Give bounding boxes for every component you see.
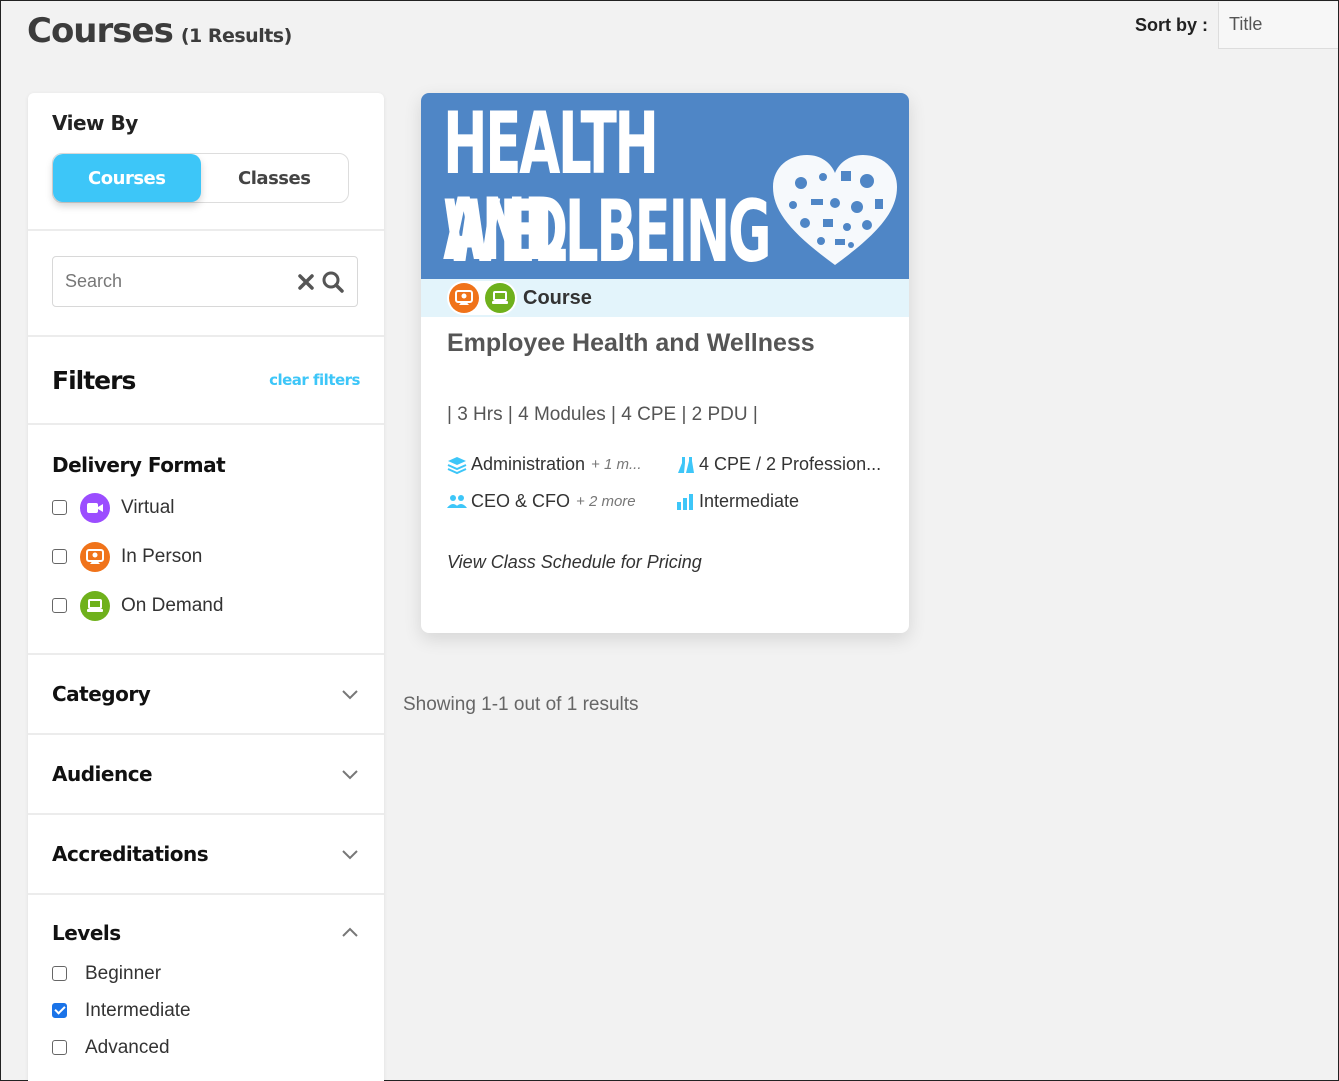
accreditations-filter[interactable]: Accreditations bbox=[28, 815, 384, 895]
chevron-down-icon[interactable] bbox=[340, 764, 360, 784]
course-type-label: Course bbox=[523, 286, 592, 309]
filters-title: Filters bbox=[52, 365, 136, 395]
course-banner-image[interactable]: HEALTH AND WELLBEING bbox=[421, 93, 909, 279]
view-toggle: Courses Classes bbox=[52, 153, 349, 203]
search-icon[interactable] bbox=[321, 267, 345, 297]
flask-icon bbox=[678, 456, 694, 473]
person-presenter-icon bbox=[80, 541, 110, 572]
page-header: Courses (1 Results) bbox=[27, 11, 292, 51]
level-option-intermediate[interactable]: Intermediate bbox=[52, 992, 360, 1029]
intermediate-checkbox[interactable] bbox=[52, 1003, 67, 1018]
course-card[interactable]: HEALTH AND WELLBEING Course Employee Hea bbox=[421, 93, 909, 633]
category-value: Administration bbox=[471, 454, 586, 474]
beginner-checkbox[interactable] bbox=[52, 966, 67, 981]
search-section bbox=[28, 231, 384, 337]
advanced-label: Advanced bbox=[85, 1036, 170, 1058]
chevron-up-icon[interactable] bbox=[340, 923, 360, 943]
pricing-link[interactable]: View Class Schedule for Pricing bbox=[447, 552, 883, 573]
laptop-icon bbox=[80, 590, 110, 621]
advanced-checkbox[interactable] bbox=[52, 1040, 67, 1055]
course-meta: | 3 Hrs | 4 Modules | 4 CPE | 2 PDU | bbox=[447, 404, 758, 425]
filters-header: Filters clear filters bbox=[28, 337, 384, 425]
results-count: (1 Results) bbox=[180, 25, 292, 47]
sort-select[interactable]: Title bbox=[1218, 1, 1338, 49]
audience-filter[interactable]: Audience bbox=[28, 735, 384, 815]
view-classes-button[interactable]: Classes bbox=[201, 154, 349, 202]
search-box bbox=[52, 256, 358, 307]
attr-category: Administration + 1 m... bbox=[447, 454, 675, 475]
audience-more[interactable]: + 2 more bbox=[576, 493, 636, 510]
delivery-option-virtual[interactable]: Virtual bbox=[52, 483, 360, 532]
levels-title: Levels bbox=[52, 921, 121, 945]
layers-icon bbox=[447, 456, 467, 474]
credits-value: 4 CPE / 2 Profession... bbox=[699, 454, 882, 474]
virtual-checkbox[interactable] bbox=[52, 500, 67, 515]
attr-audience: CEO & CFO + 2 more bbox=[447, 491, 675, 512]
course-title[interactable]: Employee Health and Wellness bbox=[447, 329, 883, 358]
heart-icon bbox=[773, 155, 897, 265]
person-presenter-icon bbox=[449, 283, 479, 313]
accreditations-title: Accreditations bbox=[52, 842, 209, 866]
in-person-checkbox[interactable] bbox=[52, 549, 67, 564]
course-attributes: Administration + 1 m... 4 CPE / 2 Profes… bbox=[447, 454, 883, 512]
attr-credits: 4 CPE / 2 Profession... bbox=[675, 454, 885, 475]
results-summary: Showing 1-1 out of 1 results bbox=[403, 694, 639, 715]
delivery-format-section: Delivery Format Virtual In Person On Dem… bbox=[28, 425, 384, 655]
course-type-strip: Course bbox=[421, 279, 909, 317]
view-courses-button[interactable]: Courses bbox=[53, 154, 201, 202]
attr-level: Intermediate bbox=[675, 491, 885, 512]
in-person-label: In Person bbox=[121, 545, 203, 567]
delivery-option-on-demand[interactable]: On Demand bbox=[52, 581, 360, 630]
filter-sidebar: View By Courses Classes Filters clear fi… bbox=[28, 93, 384, 1081]
delivery-icons bbox=[447, 281, 517, 315]
view-by-section: View By Courses Classes bbox=[28, 93, 384, 231]
virtual-label: Virtual bbox=[121, 496, 175, 518]
delivery-format-title: Delivery Format bbox=[52, 453, 226, 477]
level-value: Intermediate bbox=[699, 491, 800, 511]
levels-header[interactable]: Levels bbox=[52, 921, 360, 945]
bar-chart-icon bbox=[677, 493, 693, 510]
laptop-icon bbox=[485, 283, 515, 313]
audience-value: CEO & CFO bbox=[471, 491, 571, 511]
category-more[interactable]: + 1 m... bbox=[591, 456, 641, 473]
on-demand-label: On Demand bbox=[121, 594, 224, 616]
chevron-down-icon[interactable] bbox=[340, 844, 360, 864]
page-title: Courses bbox=[27, 11, 174, 51]
level-option-advanced[interactable]: Advanced bbox=[52, 1029, 360, 1066]
clear-filters-link[interactable]: clear filters bbox=[269, 371, 360, 389]
sort-label: Sort by : bbox=[1134, 14, 1208, 35]
audience-title: Audience bbox=[52, 762, 153, 786]
delivery-option-in-person[interactable]: In Person bbox=[52, 532, 360, 581]
view-by-title: View By bbox=[52, 111, 138, 135]
sort-control: Sort by : Title bbox=[1135, 1, 1338, 49]
on-demand-checkbox[interactable] bbox=[52, 598, 67, 613]
beginner-label: Beginner bbox=[85, 962, 162, 984]
search-input[interactable] bbox=[65, 271, 297, 292]
category-filter[interactable]: Category bbox=[28, 655, 384, 735]
people-icon bbox=[447, 494, 467, 508]
chevron-down-icon[interactable] bbox=[340, 684, 360, 704]
banner-text-line2: WELLBEING bbox=[443, 182, 772, 282]
category-title: Category bbox=[52, 682, 151, 706]
intermediate-label: Intermediate bbox=[85, 999, 191, 1021]
clear-search-icon[interactable] bbox=[297, 267, 315, 297]
video-camera-icon bbox=[80, 492, 110, 523]
levels-filter: Levels Beginner Intermediate Advanced bbox=[28, 895, 384, 1066]
level-option-beginner[interactable]: Beginner bbox=[52, 955, 360, 992]
